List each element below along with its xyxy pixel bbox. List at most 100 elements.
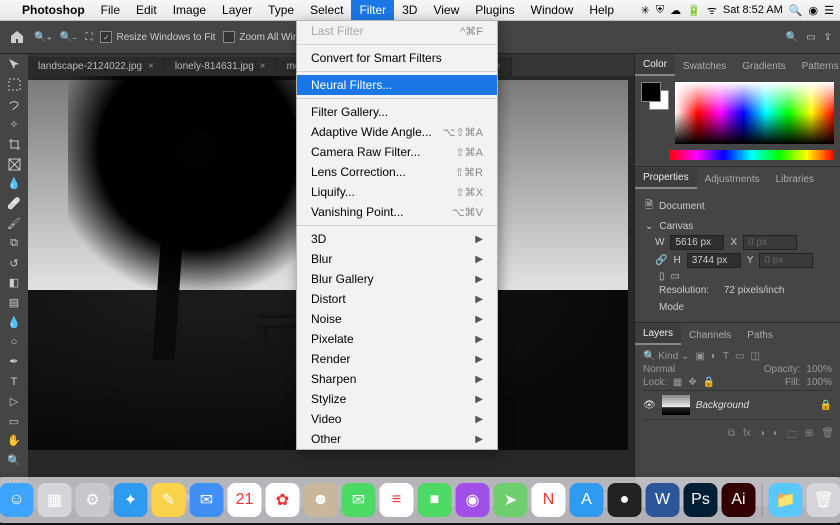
dock-word[interactable]: W [646,483,680,517]
link-layers-icon[interactable]: ⧉ [728,428,735,445]
menu-view[interactable]: View [425,0,467,20]
menu-render-sub[interactable]: Render▶ [297,349,497,369]
filter-smart-icon[interactable]: ◫ [750,351,759,362]
menu-distort-sub[interactable]: Distort▶ [297,289,497,309]
move-tool[interactable] [5,58,23,72]
menu-video-sub[interactable]: Video▶ [297,409,497,429]
resize-windows-checkbox[interactable]: ✓Resize Windows to Fit [100,31,215,43]
share-icon[interactable]: ⇪ [824,32,832,43]
blend-mode[interactable]: Normal [643,364,675,375]
tray-cloud-icon[interactable]: ☁ [670,4,681,17]
menu-sharpen-sub[interactable]: Sharpen▶ [297,369,497,389]
zoom-fit-icon[interactable]: ⛶ [85,32,92,43]
menu-stylize-sub[interactable]: Stylize▶ [297,389,497,409]
gradient-tool[interactable]: ▤ [5,296,23,310]
menu-layer[interactable]: Layer [214,0,260,20]
hue-slider[interactable] [669,150,834,160]
menu-file[interactable]: File [93,0,128,20]
fg-bg-swatch[interactable] [641,82,669,110]
eyedropper-tool[interactable]: 💧 [5,177,23,191]
width-field[interactable]: 5616 px [670,235,724,250]
tray-spotlight-icon[interactable]: 🔍 [789,4,803,17]
menu-camera-raw[interactable]: Camera Raw Filter...⇧⌘A [297,142,497,162]
dock-folder[interactable]: 📁 [769,483,803,517]
filter-shape-icon[interactable]: ▭ [735,351,744,362]
zoom-tool[interactable]: 🔍 [5,454,23,468]
group-icon[interactable]: 🗀 [787,428,797,445]
height-field[interactable]: 3744 px [687,253,741,268]
tab-landscape[interactable]: landscape-2124022.jpg× [28,57,165,76]
menu-liquify[interactable]: Liquify...⇧⌘X [297,182,497,202]
tab-properties[interactable]: Properties [635,168,697,189]
dock-calendar[interactable]: 21 [228,483,262,517]
dodge-tool[interactable]: ○ [5,335,23,349]
heal-tool[interactable]: 🩹 [5,197,23,211]
dock-finder[interactable]: ☺ [0,483,34,517]
trash-icon[interactable]: 🗑 [821,428,834,445]
blur-tool[interactable]: 💧 [5,315,23,329]
eraser-tool[interactable]: ◧ [5,276,23,290]
menu-help[interactable]: Help [581,0,622,20]
canvas-disclosure[interactable]: ⌄ [645,221,653,232]
dock-contacts[interactable]: ☻ [304,483,338,517]
menu-noise-sub[interactable]: Noise▶ [297,309,497,329]
dock-reminders[interactable]: ≡ [380,483,414,517]
menu-other-sub[interactable]: Other▶ [297,429,497,449]
color-field[interactable] [675,82,834,144]
search-icon[interactable]: 🔍 [786,32,798,43]
menu-convert-smart[interactable]: Convert for Smart Filters [297,48,497,68]
menu-blur-gallery-sub[interactable]: Blur Gallery▶ [297,269,497,289]
text-tool[interactable]: T [5,375,23,389]
dock-photos[interactable]: ✿ [266,483,300,517]
frame-tool[interactable] [5,157,23,171]
tab-patterns[interactable]: Patterns [794,57,840,76]
tray-wifi-icon[interactable]: ᯤ [707,3,717,18]
marquee-tool[interactable] [5,78,23,92]
zoom-in-icon[interactable]: 🔍₊ [34,32,52,43]
dock-settings[interactable]: ⚙ [76,483,110,517]
close-icon[interactable]: × [260,61,266,72]
menu-window[interactable]: Window [523,0,582,20]
workspace-icon[interactable]: ▭ [806,32,815,43]
lock-pixels-icon[interactable]: ▦ [673,377,682,388]
menu-type[interactable]: Type [260,0,302,20]
app-name[interactable]: Photoshop [14,0,93,20]
stamp-tool[interactable]: ⧉ [5,236,23,250]
dock-podcasts[interactable]: ◉ [456,483,490,517]
menu-edit[interactable]: Edit [128,0,165,20]
dock-illustrator[interactable]: Ai [722,483,756,517]
filter-adj-icon[interactable]: ◐ [711,351,717,362]
lasso-tool[interactable] [5,98,23,112]
opacity-value[interactable]: 100% [806,364,832,375]
menu-plugins[interactable]: Plugins [467,0,522,20]
filter-text-icon[interactable]: T [723,351,729,362]
zoom-out-icon[interactable]: 🔍₋ [60,32,78,43]
pen-tool[interactable]: ✒ [5,355,23,369]
menu-vanishing-point[interactable]: Vanishing Point...⌥⌘V [297,202,497,222]
menu-lens-correction[interactable]: Lens Correction...⇧⌘R [297,162,497,182]
dock-photoshop[interactable]: Ps [684,483,718,517]
adjustment-icon[interactable]: ◐ [773,428,779,445]
tab-layers[interactable]: Layers [635,324,681,345]
layer-background[interactable]: 👁 Background 🔒 [643,390,832,420]
home-button[interactable] [8,28,26,46]
crop-tool[interactable] [5,138,23,152]
menu-pixelate-sub[interactable]: Pixelate▶ [297,329,497,349]
menu-adaptive-wide[interactable]: Adaptive Wide Angle...⌥⇧⌘A [297,122,497,142]
wand-tool[interactable]: ✧ [5,118,23,132]
fx-icon[interactable]: fx [743,428,751,445]
dock-news[interactable]: N [532,483,566,517]
menu-filter[interactable]: Filter [351,0,394,20]
dock-trash[interactable]: 🗑 [807,483,840,517]
tray-battery-icon[interactable]: 🔋 [687,4,701,17]
close-icon[interactable]: × [148,61,154,72]
link-icon[interactable]: 🔗 [655,255,667,266]
tab-adjustments[interactable]: Adjustments [697,170,768,189]
brush-tool[interactable]: 🖌 [5,217,23,231]
filter-kind[interactable]: 🔍 Kind ⌄ [643,351,689,362]
menu-blur-sub[interactable]: Blur▶ [297,249,497,269]
menu-3d[interactable]: 3D [394,0,425,20]
dock-siri[interactable]: ● [608,483,642,517]
new-layer-icon[interactable]: ⊞ [805,428,813,445]
dock-launchpad[interactable]: ▦ [38,483,72,517]
